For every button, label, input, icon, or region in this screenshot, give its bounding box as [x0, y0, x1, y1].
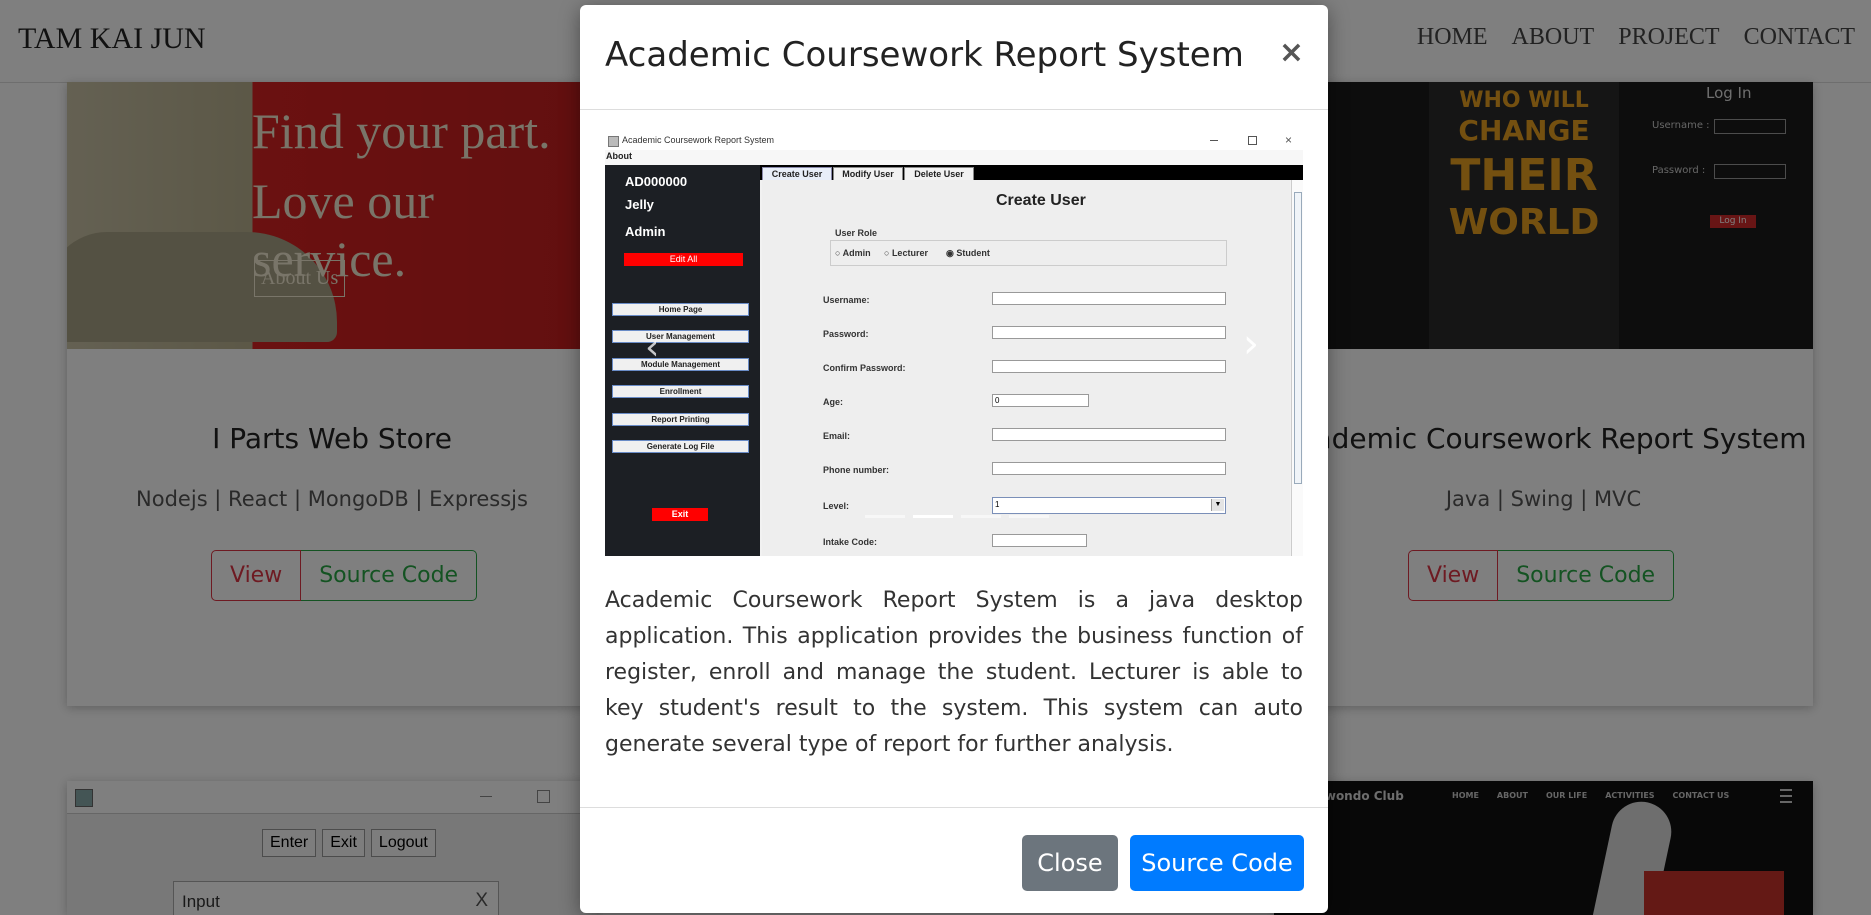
- password-input[interactable]: [992, 326, 1226, 339]
- carousel-indicator[interactable]: [1009, 515, 1049, 518]
- modal-header: Academic Coursework Report System ×: [580, 5, 1328, 110]
- label-intake-code: Intake Code:: [823, 537, 878, 547]
- carousel-indicator[interactable]: [865, 515, 905, 518]
- label-level: Level:: [823, 501, 850, 511]
- menu-about[interactable]: About: [606, 151, 632, 161]
- carousel-prev-icon[interactable]: ‹: [645, 327, 659, 368]
- carousel-next-icon[interactable]: ›: [1243, 321, 1259, 367]
- menu-bar: About: [605, 150, 1303, 165]
- exit-button[interactable]: Exit: [652, 508, 708, 521]
- radio-student-label: Student: [956, 248, 990, 258]
- chevron-down-icon[interactable]: ▼: [1211, 499, 1224, 511]
- phone-input[interactable]: [992, 462, 1226, 475]
- carousel-indicator-active[interactable]: [913, 515, 953, 518]
- label-confirm-password: Confirm Password:: [823, 363, 906, 373]
- username-input[interactable]: [992, 292, 1226, 305]
- radio-lecturer[interactable]: ○ Lecturer: [884, 248, 928, 258]
- radio-student[interactable]: ◉ Student: [946, 248, 990, 259]
- sidebar-module-management[interactable]: Module Management: [612, 358, 749, 371]
- minimize-icon[interactable]: [1210, 140, 1218, 141]
- radio-lecturer-label: Lecturer: [891, 248, 928, 258]
- intake-code-input[interactable]: [992, 534, 1087, 547]
- label-age: Age:: [823, 397, 843, 407]
- label-username: Username:: [823, 295, 870, 305]
- maximize-icon[interactable]: [1248, 136, 1257, 145]
- user-name: Jelly: [625, 197, 654, 212]
- sidebar-report-printing[interactable]: Report Printing: [612, 413, 749, 426]
- user-role-label: User Role: [835, 228, 878, 238]
- window-close-icon[interactable]: ×: [1285, 133, 1292, 147]
- email-input[interactable]: [992, 428, 1226, 441]
- sidebar-user-management[interactable]: User Management: [612, 330, 749, 343]
- label-phone-number: Phone number:: [823, 465, 890, 475]
- edit-all-button[interactable]: Edit All: [624, 253, 743, 266]
- app-sidebar: AD000000 Jelly Admin Edit All Home Page …: [605, 165, 760, 556]
- tab-bar: Create User Modify User Delete User: [760, 165, 1303, 182]
- radio-admin-label: Admin: [842, 248, 871, 258]
- carousel-image: Academic Coursework Report System × Abou…: [605, 132, 1303, 556]
- carousel-indicator[interactable]: [961, 515, 1001, 518]
- label-email: Email:: [823, 431, 851, 441]
- project-description: Academic Coursework Report System is a j…: [605, 588, 1303, 757]
- close-button[interactable]: Close: [1022, 835, 1118, 891]
- label-password: Password:: [823, 329, 869, 339]
- age-input[interactable]: 0: [992, 394, 1089, 407]
- project-modal: Academic Coursework Report System × Acad…: [580, 5, 1328, 913]
- level-select[interactable]: 1 ▼: [992, 497, 1226, 514]
- modal-footer: Close Source Code: [580, 807, 1328, 914]
- confirm-password-input[interactable]: [992, 360, 1226, 373]
- window-title: Academic Coursework Report System: [622, 135, 775, 145]
- sidebar-generate-log-file[interactable]: Generate Log File: [612, 440, 749, 453]
- form-scrollbar[interactable]: [1291, 180, 1303, 556]
- java-icon: [608, 136, 619, 147]
- create-user-form: Create User User Role ○ Admin ○ Lecturer…: [762, 180, 1290, 556]
- sidebar-enrollment[interactable]: Enrollment: [612, 385, 749, 398]
- source-code-button[interactable]: Source Code: [1130, 835, 1304, 891]
- carousel-indicators: [865, 515, 1049, 518]
- level-value: 1: [995, 500, 1000, 509]
- close-icon[interactable]: ×: [1279, 35, 1304, 70]
- sidebar-home-page[interactable]: Home Page: [612, 303, 749, 316]
- form-title: Create User: [996, 192, 1086, 209]
- modal-title: Academic Coursework Report System: [605, 35, 1244, 75]
- radio-admin[interactable]: ○ Admin: [835, 248, 871, 258]
- window-titlebar: Academic Coursework Report System ×: [605, 132, 1303, 150]
- user-role: Admin: [625, 224, 666, 239]
- user-role-group: User Role ○ Admin ○ Lecturer ◉ Student: [830, 228, 1227, 266]
- user-id: AD000000: [625, 174, 688, 189]
